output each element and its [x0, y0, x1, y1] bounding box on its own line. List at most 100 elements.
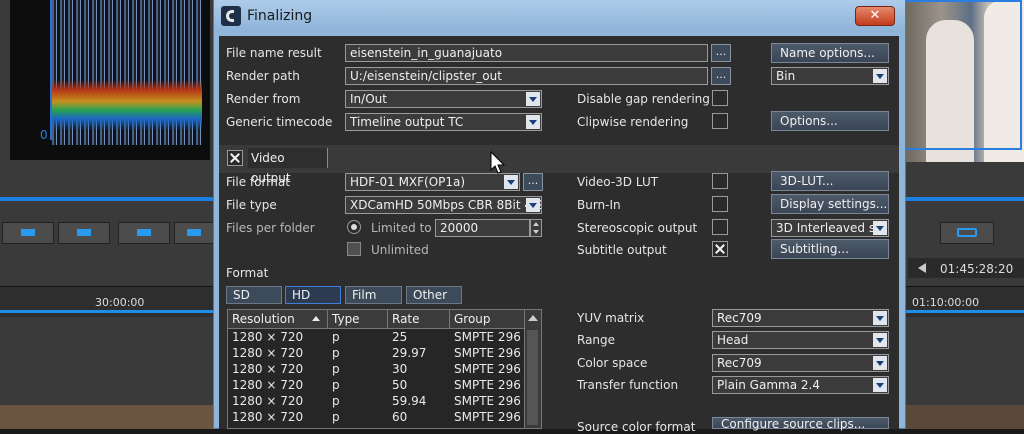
limited-input[interactable]: 20000	[435, 219, 530, 237]
right-clip-strip[interactable]	[906, 405, 1024, 429]
timeline-view-button-2[interactable]	[58, 222, 110, 244]
tab-hd[interactable]: HD	[285, 286, 341, 304]
table-cell: SMPTE 296	[454, 362, 521, 376]
stereoscopic-select[interactable]: 3D Interleaved s	[771, 219, 889, 237]
right-divider	[906, 197, 1024, 201]
table-cell: 59.94	[392, 394, 427, 408]
table-cell: SMPTE 296	[454, 394, 521, 408]
generic-timecode-value: Timeline output TC	[350, 115, 464, 129]
waveform-trace	[52, 0, 202, 145]
options-button[interactable]: Options...	[771, 111, 889, 131]
timeline-clip-strip[interactable]	[0, 405, 218, 429]
loop-button[interactable]	[940, 222, 994, 244]
column-group[interactable]: Group	[450, 310, 526, 328]
tab-film[interactable]: Film	[345, 286, 402, 304]
table-cell: p	[332, 330, 340, 344]
disable-gap-checkbox[interactable]	[712, 90, 728, 106]
chevron-down-icon	[526, 92, 540, 106]
video-3d-lut-checkbox[interactable]	[712, 173, 728, 189]
tab-sd[interactable]: SD	[226, 286, 282, 304]
yuv-matrix-select[interactable]: Rec709	[712, 309, 889, 327]
table-row[interactable]: 1280 × 720 p 30 SMPTE 296	[228, 361, 526, 377]
timeline-view-button-1[interactable]	[2, 222, 54, 244]
table-cell: 60	[392, 410, 408, 424]
clipwise-checkbox[interactable]	[712, 113, 728, 129]
file-name-input[interactable]: eisenstein_in_guanajuato	[345, 44, 708, 62]
unlimited-radio[interactable]	[347, 242, 361, 256]
table-cell: SMPTE 296	[454, 346, 521, 360]
chevron-down-icon	[873, 333, 887, 347]
file-format-browse-button[interactable]: ...	[523, 173, 543, 191]
table-cell: 1280 × 720	[232, 394, 304, 408]
dialog-titlebar[interactable]	[214, 0, 905, 32]
bin-select[interactable]: Bin	[771, 67, 889, 85]
table-cell: 25	[392, 330, 408, 344]
table-row[interactable]: 1280 × 720 p 60 SMPTE 296	[228, 409, 526, 425]
column-type[interactable]: Type	[328, 310, 388, 328]
timeline-time-label: 30:00:00	[95, 296, 145, 309]
timeline-view-button-3[interactable]	[118, 222, 170, 244]
table-cell: 29.97	[392, 346, 427, 360]
subtitling-button[interactable]: Subtitling...	[771, 239, 889, 259]
table-cell: p	[332, 394, 340, 408]
file-format-label: File format	[226, 175, 290, 189]
table-row[interactable]: 1280 × 720 p 59.94 SMPTE 296	[228, 393, 526, 409]
stereoscopic-checkbox[interactable]	[712, 219, 728, 235]
render-from-select[interactable]: In/Out	[345, 90, 542, 108]
render-path-browse-button[interactable]: ...	[711, 67, 731, 85]
transfer-function-select[interactable]: Plain Gamma 2.4	[712, 376, 889, 394]
file-name-browse-button[interactable]: ...	[711, 44, 731, 62]
burn-in-checkbox[interactable]	[712, 196, 728, 212]
timeline-view-button-4[interactable]	[174, 222, 216, 244]
file-format-select[interactable]: HDF-01 MXF(OP1a)	[345, 173, 520, 191]
subtitle-output-checkbox[interactable]	[712, 241, 728, 257]
display-settings-button[interactable]: Display settings...	[771, 194, 889, 214]
format-table-scrollbar[interactable]	[524, 310, 541, 428]
configure-source-clips-button[interactable]: Configure source clips...	[712, 417, 889, 430]
limited-radio[interactable]	[347, 220, 361, 234]
table-cell: 30	[392, 362, 408, 376]
subtitle-output-label: Subtitle output	[577, 243, 667, 257]
app-logo-icon	[221, 6, 241, 26]
stereoscopic-value: 3D Interleaved s	[776, 221, 876, 235]
chevron-down-icon	[873, 356, 887, 370]
table-cell: SMPTE 296	[454, 410, 521, 424]
generic-timecode-label: Generic timecode	[226, 115, 333, 129]
play-reverse-icon[interactable]	[918, 263, 926, 273]
limited-spinner[interactable]	[530, 219, 542, 237]
table-cell: 1280 × 720	[232, 362, 304, 376]
video-output-toggle[interactable]	[227, 150, 243, 166]
timecode-value: 01:45:28:20	[940, 262, 1014, 276]
yuv-matrix-value: Rec709	[717, 311, 762, 325]
chevron-down-icon	[873, 69, 887, 83]
file-format-value: HDF-01 MXF(OP1a)	[350, 175, 466, 189]
tab-other[interactable]: Other	[406, 286, 462, 304]
render-path-input[interactable]: U:/eisenstein/clipster_out	[345, 67, 708, 85]
table-cell: 1280 × 720	[232, 330, 304, 344]
close-button[interactable]: ✕	[855, 6, 895, 26]
chevron-down-icon	[873, 311, 887, 325]
name-options-button[interactable]: Name options...	[771, 43, 889, 63]
scope-axis	[50, 0, 52, 140]
column-rate[interactable]: Rate	[388, 310, 450, 328]
chevron-down-icon	[526, 115, 540, 129]
table-row[interactable]: 1280 × 720 p 29.97 SMPTE 296	[228, 345, 526, 361]
file-name-label: File name result	[226, 46, 322, 60]
range-select[interactable]: Head	[712, 331, 889, 349]
table-row[interactable]: 1280 × 720 p 50 SMPTE 296	[228, 377, 526, 393]
render-path-label: Render path	[226, 69, 300, 83]
table-cell: SMPTE 296	[454, 378, 521, 392]
stereoscopic-label: Stereoscopic output	[577, 221, 698, 235]
file-type-select[interactable]: XDCamHD 50Mbps CBR 8Bit 4:2:2	[345, 196, 542, 214]
3d-lut-button[interactable]: 3D-LUT...	[771, 171, 889, 191]
yuv-matrix-label: YUV matrix	[577, 311, 645, 325]
format-table: Resolution Type Rate Group 1280 × 720 p 25…	[227, 309, 542, 429]
color-space-select[interactable]: Rec709	[712, 354, 889, 372]
generic-timecode-select[interactable]: Timeline output TC	[345, 113, 542, 131]
chevron-down-icon	[873, 221, 887, 235]
table-cell: 1280 × 720	[232, 410, 304, 424]
burn-in-label: Burn-In	[577, 198, 621, 212]
disable-gap-label: Disable gap rendering	[577, 92, 710, 106]
dialog-title: Finalizing	[247, 8, 313, 24]
table-row[interactable]: 1280 × 720 p 25 SMPTE 296	[228, 329, 526, 345]
